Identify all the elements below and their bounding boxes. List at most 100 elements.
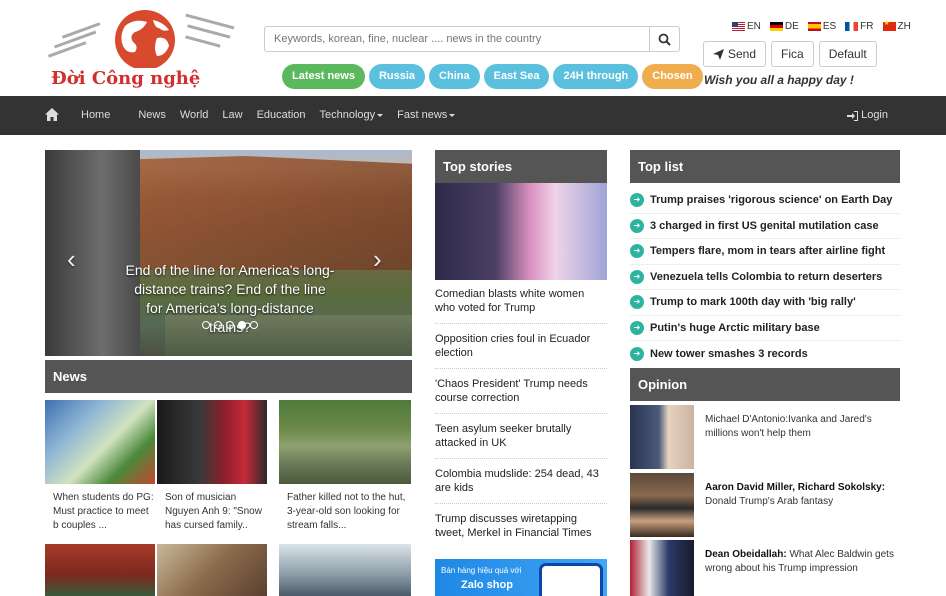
- arrow-circle-icon: ➜: [630, 295, 644, 310]
- nav-education[interactable]: Education: [243, 96, 306, 135]
- arrow-circle-icon: ➜: [630, 193, 644, 208]
- slider-dot[interactable]: [214, 321, 222, 329]
- news-thumbnail[interactable]: [157, 544, 267, 596]
- opinion-thumbnail[interactable]: [630, 473, 694, 537]
- top-list-label: Putin's huge Arctic military base: [650, 321, 820, 334]
- tag-24h-through[interactable]: 24H through: [553, 64, 639, 89]
- opinion-thumbnail[interactable]: [630, 405, 694, 469]
- home-icon[interactable]: [44, 107, 60, 122]
- slider-dot[interactable]: [226, 321, 234, 329]
- top-story-link[interactable]: Opposition cries foul in Ecuador electio…: [435, 331, 607, 369]
- slide-image: [125, 156, 412, 270]
- news-card[interactable]: Son of musician Nguyen Anh 9: "Snow has …: [157, 400, 267, 533]
- nav-news[interactable]: News: [124, 96, 166, 135]
- nav-law[interactable]: Law: [208, 96, 242, 135]
- top-list-item[interactable]: ➜ Trump praises 'rigorous science' on Ear…: [630, 188, 900, 214]
- fica-button[interactable]: Fica: [771, 41, 814, 67]
- nav-home[interactable]: Home: [81, 96, 124, 135]
- tag-chosen[interactable]: Chosen: [642, 64, 703, 89]
- tag-latest-news[interactable]: Latest news: [282, 64, 365, 89]
- opinion-title: Michael D'Antonio:Ivanka and Jared's mil…: [705, 414, 872, 439]
- top-story-link[interactable]: Trump discusses wiretapping tweet, Merke…: [435, 511, 607, 548]
- default-button[interactable]: Default: [818, 41, 877, 67]
- opinion-text[interactable]: Aaron David Miller, Richard Sokolsky: Do…: [705, 481, 900, 509]
- top-stories-header[interactable]: Top stories: [435, 150, 607, 183]
- top-list-item[interactable]: ➜ Trump to mark 100th day with 'big rally…: [630, 290, 900, 316]
- site-header: Đời Công nghệ Latest news Russia China E…: [0, 0, 946, 96]
- lang-label: ZH: [897, 21, 911, 32]
- opinion-text[interactable]: Dean Obeidallah: What Alec Baldwin gets …: [705, 548, 900, 576]
- top-list-label: Trump praises 'rigorous science' on Eart…: [650, 194, 893, 207]
- slider-prev-chevron-icon[interactable]: ‹: [67, 246, 76, 272]
- arrow-circle-icon: ➜: [630, 346, 644, 361]
- zalo-shop-ad[interactable]: Bán hàng hiệu quả với Zalo shop: [435, 559, 607, 596]
- opinion-text[interactable]: Michael D'Antonio:Ivanka and Jared's mil…: [705, 413, 900, 441]
- top-list-item[interactable]: ➜ Putin's huge Arctic military base: [630, 316, 900, 341]
- top-story-link[interactable]: 'Chaos President' Trump needs course cor…: [435, 376, 607, 414]
- globe-logo-icon: [47, 10, 235, 70]
- top-list: ➜ Trump praises 'rigorous science' on Ear…: [630, 188, 900, 367]
- slider-dot-active[interactable]: [238, 321, 246, 329]
- news-thumbnail[interactable]: [45, 544, 155, 596]
- send-button[interactable]: Send: [703, 41, 767, 67]
- top-list-label: New tower smashes 3 records: [650, 347, 808, 360]
- nav-fast-news-label: Fast news: [397, 109, 448, 121]
- language-switcher: EN DE ES FR ZH: [732, 19, 911, 32]
- top-story-link[interactable]: Comedian blasts white women who voted fo…: [435, 286, 607, 324]
- nav-world[interactable]: World: [166, 96, 209, 135]
- news-thumbnail[interactable]: [157, 400, 267, 484]
- top-story-link[interactable]: Colombia mudslide: 254 dead, 43 are kids: [435, 466, 607, 504]
- search-input[interactable]: [265, 27, 650, 51]
- login-link[interactable]: Login: [847, 96, 888, 135]
- search-icon: [658, 33, 671, 46]
- nav-technology-dropdown[interactable]: Technology: [306, 96, 384, 135]
- arrow-circle-icon: ➜: [630, 320, 644, 335]
- top-list-item[interactable]: ➜ 3 charged in first US genital mutilatio…: [630, 214, 900, 239]
- opinion-item[interactable]: Aaron David Miller, Richard Sokolsky: Do…: [630, 473, 900, 537]
- news-section-header[interactable]: News: [45, 360, 412, 393]
- lang-label: EN: [747, 21, 761, 32]
- opinion-thumbnail[interactable]: [630, 540, 694, 596]
- opinion-item[interactable]: Dean Obeidallah: What Alec Baldwin gets …: [630, 540, 900, 596]
- main-navbar: Home News World Law Education Technology…: [0, 96, 946, 135]
- news-thumbnail[interactable]: [279, 544, 411, 596]
- top-list-item[interactable]: ➜ New tower smashes 3 records: [630, 341, 900, 367]
- opinion-author: Aaron David Miller, Richard Sokolsky:: [705, 482, 886, 493]
- paper-plane-icon: [713, 48, 724, 60]
- news-thumbnail[interactable]: [279, 400, 411, 484]
- slider-dot[interactable]: [202, 321, 210, 329]
- lang-label: ES: [822, 21, 837, 32]
- lang-es[interactable]: ES: [807, 21, 837, 32]
- news-caption[interactable]: Father killed not to the hut, 3-year-old…: [279, 491, 411, 533]
- news-caption[interactable]: Son of musician Nguyen Anh 9: "Snow has …: [157, 491, 267, 533]
- slider-next-chevron-icon[interactable]: ›: [373, 246, 382, 272]
- top-story-link[interactable]: Teen asylum seeker brutally attacked in …: [435, 421, 607, 459]
- lang-zh[interactable]: ZH: [882, 19, 911, 32]
- slider-dot[interactable]: [250, 321, 258, 329]
- top-list-label: 3 charged in first US genital mutilation…: [650, 219, 879, 232]
- tag-china[interactable]: China: [429, 64, 480, 89]
- opinion-header[interactable]: Opinion: [630, 368, 900, 401]
- nav-fast-news-dropdown[interactable]: Fast news: [383, 96, 456, 135]
- news-card[interactable]: Father killed not to the hut, 3-year-old…: [279, 400, 411, 533]
- news-caption[interactable]: When students do PG: Must practice to me…: [45, 491, 155, 533]
- lang-label: DE: [784, 21, 799, 32]
- tag-east-sea[interactable]: East Sea: [483, 64, 550, 89]
- lang-de[interactable]: DE: [769, 21, 799, 32]
- arrow-circle-icon: ➜: [630, 244, 644, 259]
- top-list-item[interactable]: ➜ Venezuela tells Colombia to return dese…: [630, 265, 900, 290]
- lang-en[interactable]: EN: [732, 21, 761, 32]
- lang-label: FR: [860, 21, 874, 32]
- search-button[interactable]: [649, 26, 679, 52]
- top-list-item[interactable]: ➜ Tempers flare, mom in tears after airli…: [630, 239, 900, 265]
- login-label: Login: [861, 109, 888, 121]
- news-thumbnail[interactable]: [45, 400, 155, 484]
- top-story-image[interactable]: [435, 183, 607, 280]
- tag-russia[interactable]: Russia: [368, 64, 426, 89]
- news-card[interactable]: When students do PG: Must practice to me…: [45, 400, 155, 533]
- header-actions: Send Fica Default: [703, 41, 877, 67]
- opinion-item[interactable]: Michael D'Antonio:Ivanka and Jared's mil…: [630, 405, 900, 469]
- top-list-header[interactable]: Top list: [630, 150, 900, 183]
- site-logo[interactable]: Đời Công nghệ: [45, 8, 245, 92]
- lang-fr[interactable]: FR: [845, 21, 874, 32]
